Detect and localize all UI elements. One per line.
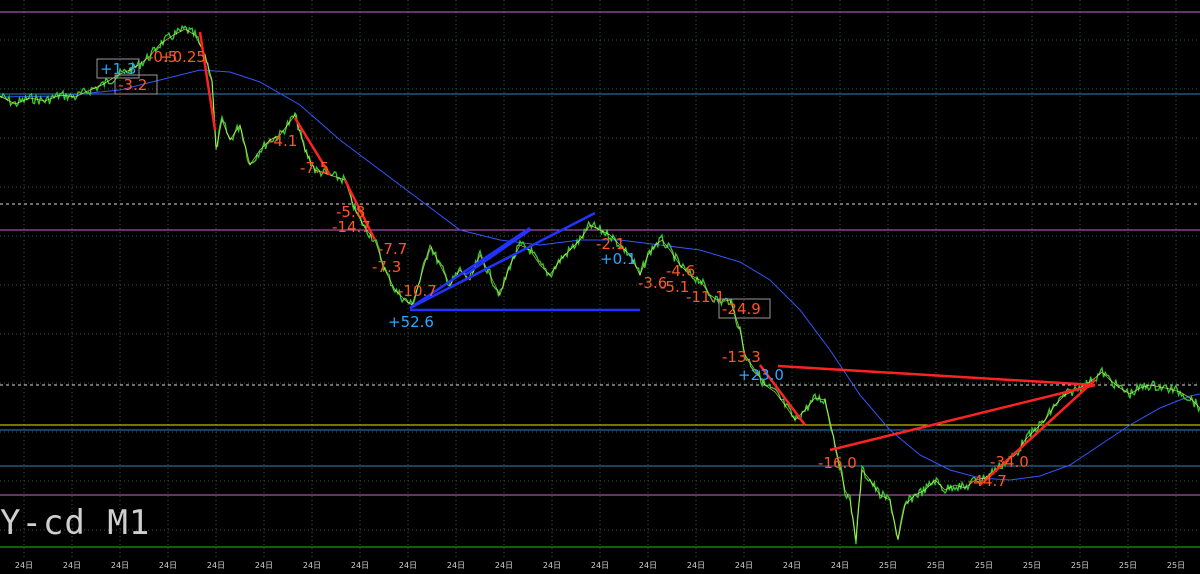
x-tick-label: 24日 <box>446 561 466 570</box>
trade-label: -16.0 <box>818 454 857 472</box>
x-tick-label: 24日 <box>398 561 418 570</box>
x-tick-label: 24日 <box>14 561 34 570</box>
moving-average-polyline <box>0 69 1200 481</box>
trade-label: -34.0 <box>990 453 1029 471</box>
x-tick-label: 24日 <box>158 561 178 570</box>
zigzag-lines <box>198 31 1096 486</box>
chart-grid <box>0 0 1200 558</box>
trade-label: -7.5 <box>300 159 329 177</box>
x-tick-label: 24日 <box>494 561 514 570</box>
x-tick-label: 25日 <box>1022 561 1042 570</box>
x-tick-label: 25日 <box>878 561 898 570</box>
x-tick-label: 25日 <box>974 561 994 570</box>
zigzag-red-line <box>198 31 217 131</box>
trade-label: -4.1 <box>268 132 297 150</box>
trade-label: +0.1 <box>600 250 636 268</box>
x-tick-label: 24日 <box>62 561 82 570</box>
x-tick-label: 24日 <box>686 561 706 570</box>
x-tick-label: 24日 <box>350 561 370 570</box>
x-tick-label: 24日 <box>254 561 274 570</box>
moving-average-line <box>0 69 1200 481</box>
trade-label: -14.7 <box>332 218 371 236</box>
trade-annotations: +1.3-3.2-0.5+0.25-4.1-7.5-5.8-14.7-7.7-7… <box>96 48 1029 490</box>
trade-label: +0.25 <box>160 48 206 66</box>
x-tick-label: 24日 <box>734 561 754 570</box>
trade-label: -44.7 <box>968 472 1007 490</box>
trade-label: -24.9 <box>722 300 761 318</box>
trade-label: -13.3 <box>722 348 761 366</box>
trade-label: -10.7 <box>398 282 437 300</box>
x-tick-label: 24日 <box>782 561 802 570</box>
x-tick-label: 25日 <box>1070 561 1090 570</box>
x-tick-label: 24日 <box>542 561 562 570</box>
x-tick-label: 24日 <box>302 561 322 570</box>
x-tick-label: 24日 <box>110 561 130 570</box>
price-chart[interactable]: +1.3-3.2-0.5+0.25-4.1-7.5-5.8-14.7-7.7-7… <box>0 0 1200 574</box>
trade-label: -7.3 <box>372 258 401 276</box>
trade-label: +52.6 <box>388 313 434 331</box>
x-tick-label: 25日 <box>1118 561 1138 570</box>
x-tick-label: 24日 <box>830 561 850 570</box>
trade-label: -5.1 <box>660 278 689 296</box>
trade-label: +23.0 <box>738 366 784 384</box>
trade-label: -7.7 <box>378 240 407 258</box>
x-tick-label: 24日 <box>638 561 658 570</box>
x-tick-label: 24日 <box>206 561 226 570</box>
x-tick-label: 24日 <box>590 561 610 570</box>
x-tick-label: 25日 <box>926 561 946 570</box>
x-axis: 24日 24日 24日 24日 24日 24日 24日 24日 24日 24日 24日 24日 24日 2… <box>0 560 1200 574</box>
trade-label: -3.2 <box>118 76 147 94</box>
symbol-timeframe-label: Y-cd M1 <box>0 503 151 543</box>
x-tick-label: 25日 <box>1166 561 1186 570</box>
